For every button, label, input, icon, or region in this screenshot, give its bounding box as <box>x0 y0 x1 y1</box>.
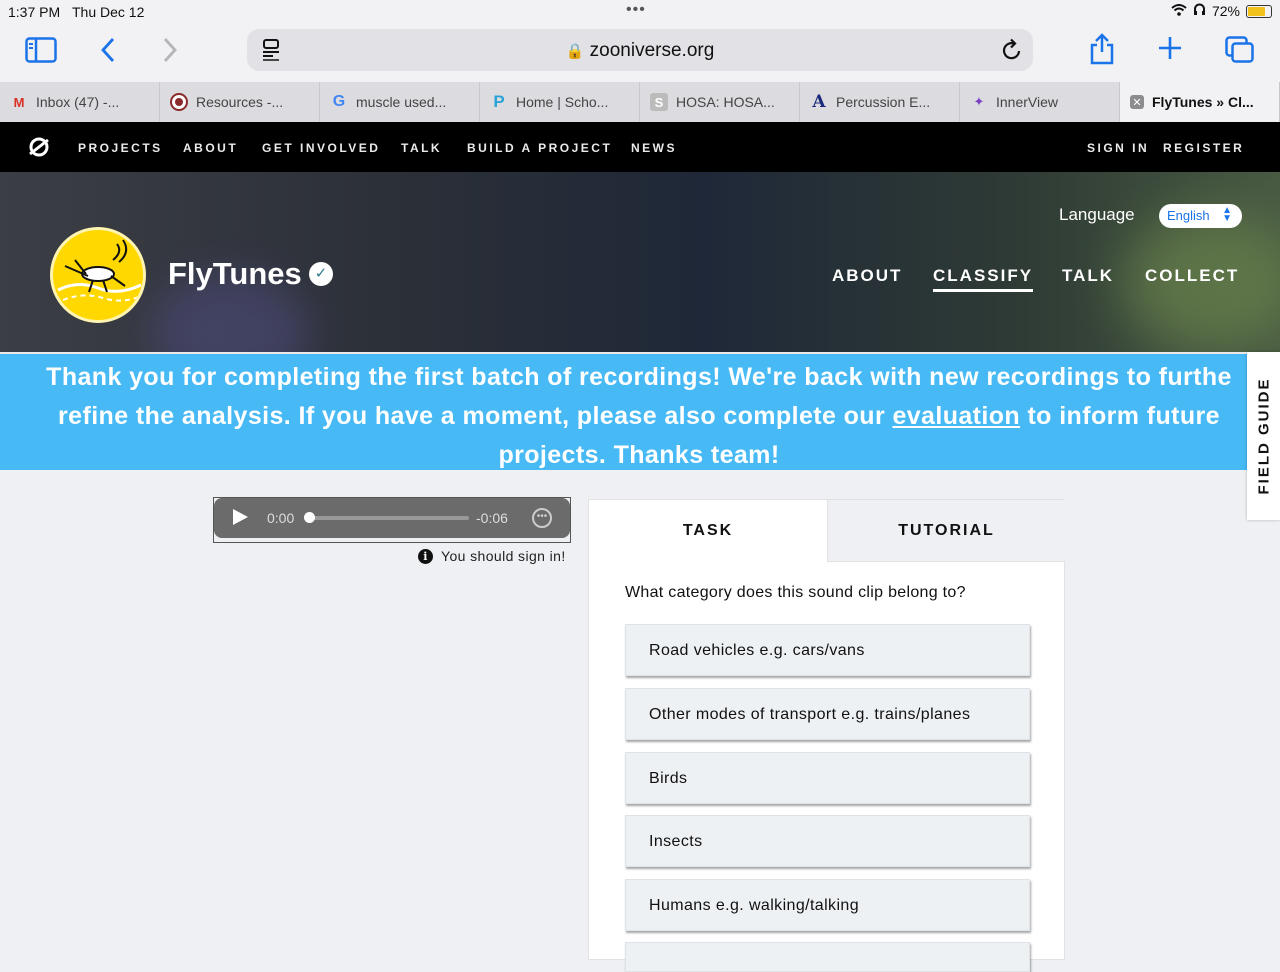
tab-label: FlyTunes » Cl... <box>1152 94 1254 110</box>
announcement-line-2: refine the analysis. If you have a momen… <box>24 397 1254 436</box>
tab-label: Inbox (47) -... <box>36 94 120 110</box>
sign-in-note: i You should sign in! <box>418 548 566 564</box>
audio-current-time: 0:00 <box>267 510 295 526</box>
announcement-line-1: Thank you for completing the first batch… <box>46 363 1232 391</box>
tab-label: Percussion E... <box>836 94 931 110</box>
announcement-text-part: to inform future <box>1020 402 1220 430</box>
nav-talk[interactable]: TALK <box>401 141 442 155</box>
audio-scrubber[interactable] <box>309 516 469 520</box>
info-icon: i <box>418 548 433 564</box>
url-value: zooniverse.org <box>589 40 715 61</box>
battery-percent: 72% <box>1211 3 1240 19</box>
sign-in-link[interactable]: SIGN IN <box>1087 141 1149 155</box>
evaluation-link[interactable]: evaluation <box>892 402 1020 430</box>
answer-humans[interactable]: Humans e.g. walking/talking <box>625 879 1030 931</box>
audio-remaining-time: -0:06 <box>476 510 508 526</box>
wifi-icon <box>1171 3 1187 19</box>
play-icon[interactable] <box>233 509 248 525</box>
back-icon[interactable] <box>100 37 116 68</box>
project-nav-classify[interactable]: CLASSIFY <box>933 266 1034 292</box>
forward-icon[interactable] <box>162 37 178 68</box>
google-icon: G <box>332 93 346 110</box>
language-value: English <box>1167 208 1210 223</box>
zooniverse-logo-icon[interactable] <box>28 136 50 163</box>
tab-schoology[interactable]: P Home | Scho... <box>480 82 640 122</box>
site-nav: PROJECTS ABOUT GET INVOLVED TALK BUILD A… <box>0 122 1280 172</box>
nav-news[interactable]: NEWS <box>631 141 677 155</box>
url-text: 🔒 zooniverse.org <box>247 40 1033 62</box>
field-guide-tab[interactable]: FIELD GUIDE <box>1247 352 1280 520</box>
tab-flytunes[interactable]: ✕ FlyTunes » Cl... <box>1120 82 1280 122</box>
nav-projects[interactable]: PROJECTS <box>78 141 163 155</box>
tab-hosa[interactable]: S HOSA: HOSA... <box>640 82 800 122</box>
status-time: 1:37 PM <box>8 4 61 20</box>
audio-player[interactable]: 0:00 -0:06 ••• <box>214 498 570 538</box>
language-label: Language <box>1059 205 1135 224</box>
tab-label: InnerView <box>996 94 1059 110</box>
answer-other-transport[interactable]: Other modes of transport e.g. trains/pla… <box>625 688 1030 740</box>
tab-label: Home | Scho... <box>516 94 609 110</box>
nav-about[interactable]: ABOUT <box>183 141 238 155</box>
announcement-line-3: projects. Thanks team! <box>498 441 780 469</box>
tab-gmail[interactable]: M Inbox (47) -... <box>0 82 160 122</box>
register-link[interactable]: REGISTER <box>1163 141 1244 155</box>
tab-resources[interactable]: Resources -... <box>160 82 320 122</box>
reload-icon[interactable] <box>1001 38 1023 67</box>
more-options-icon[interactable]: ••• <box>532 508 552 528</box>
tab-bar: M Inbox (47) -... Resources -... G muscl… <box>0 82 1280 122</box>
sign-in-note-text: You should sign in! <box>441 548 566 564</box>
announcement-banner: Thank you for completing the first batch… <box>0 352 1280 470</box>
address-bar[interactable]: 🔒 zooniverse.org <box>247 29 1033 71</box>
nav-build-a-project[interactable]: BUILD A PROJECT <box>467 141 612 155</box>
browser-toolbar: 🔒 zooniverse.org <box>0 24 1280 82</box>
project-title[interactable]: FlyTunes <box>168 256 302 292</box>
answer-next-partial[interactable] <box>625 942 1030 972</box>
tab-tutorial[interactable]: TUTORIAL <box>827 500 1065 562</box>
chevron-updown-icon: ▲ ▼ <box>1222 205 1232 224</box>
tab-label: Resources -... <box>196 94 284 110</box>
tab-google[interactable]: G muscle used... <box>320 82 480 122</box>
close-icon[interactable]: ✕ <box>1130 95 1144 109</box>
project-nav-talk[interactable]: TALK <box>1062 266 1114 286</box>
project-header: FlyTunes ✓ Language English ▲ ▼ ABOUT CLA… <box>0 172 1280 352</box>
field-guide-label: FIELD GUIDE <box>1255 377 1272 495</box>
multitasking-dots-icon[interactable]: ••• <box>626 1 646 19</box>
lock-icon: 🔒 <box>565 43 585 60</box>
status-right: 72% <box>1171 3 1272 19</box>
task-question: What category does this sound clip belon… <box>625 584 966 601</box>
tab-percussion[interactable]: A Percussion E... <box>800 82 960 122</box>
sidebar-icon[interactable] <box>25 37 57 68</box>
verified-badge-icon: ✓ <box>309 262 333 286</box>
gmail-icon: M <box>13 94 25 110</box>
task-panel: TASK TUTORIAL What category does this so… <box>588 499 1065 972</box>
tabs-overview-icon[interactable] <box>1225 36 1255 69</box>
audio-subject: 0:00 -0:06 ••• <box>213 497 571 543</box>
project-logo[interactable] <box>50 227 146 323</box>
tab-label: muscle used... <box>356 94 447 110</box>
a-icon: A <box>812 92 826 112</box>
headphones-icon <box>1193 3 1206 19</box>
nav-get-involved[interactable]: GET INVOLVED <box>262 141 380 155</box>
status-bar: 1:37 PM Thu Dec 12 ••• 72% <box>0 0 1280 24</box>
new-tab-icon[interactable] <box>1158 36 1182 65</box>
announcement-text-part: refine the analysis. If you have a momen… <box>58 402 893 430</box>
innerview-icon: ✦ <box>973 94 985 109</box>
tab-innerview[interactable]: ✦ InnerView <box>960 82 1120 122</box>
project-nav-collect[interactable]: COLLECT <box>1145 266 1239 286</box>
answer-road-vehicles[interactable]: Road vehicles e.g. cars/vans <box>625 624 1030 676</box>
audio-scrubber-handle[interactable] <box>304 512 315 523</box>
tab-task[interactable]: TASK <box>589 500 827 562</box>
s-icon: S <box>650 93 668 111</box>
tab-label: HOSA: HOSA... <box>676 94 775 110</box>
announcement-text: Thank you for completing the first batch… <box>24 358 1254 475</box>
language-select[interactable]: English ▲ ▼ <box>1159 204 1242 228</box>
answer-birds[interactable]: Birds <box>625 752 1030 804</box>
p-icon: P <box>493 92 505 111</box>
project-nav-about[interactable]: ABOUT <box>832 266 902 286</box>
battery-icon <box>1246 4 1272 18</box>
status-date: Thu Dec 12 <box>72 4 145 20</box>
answer-insects[interactable]: Insects <box>625 815 1030 867</box>
seal-icon <box>170 93 188 111</box>
share-icon[interactable] <box>1090 33 1114 70</box>
